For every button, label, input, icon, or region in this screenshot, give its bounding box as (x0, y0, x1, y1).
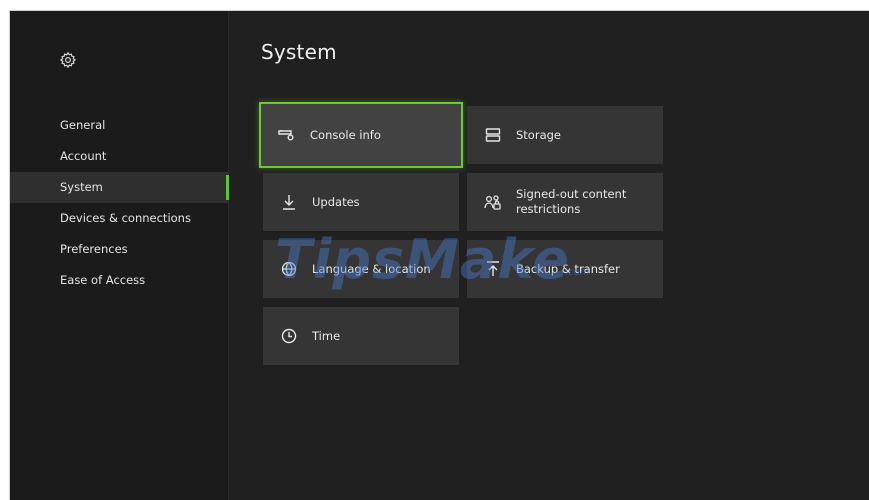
sidebar-item-label: System (60, 180, 103, 194)
clock-icon (280, 327, 298, 345)
sidebar-item-account[interactable]: Account (10, 141, 229, 172)
tile-backup-transfer[interactable]: Backup & transfer (467, 240, 663, 298)
tile-storage[interactable]: Storage (467, 106, 663, 164)
tile-console-info[interactable]: Console info (259, 102, 463, 168)
sidebar-item-label: Ease of Access (60, 273, 146, 287)
sidebar-item-ease-of-access[interactable]: Ease of Access (10, 265, 229, 296)
globe-icon (280, 260, 298, 278)
sidebar-item-system[interactable]: System (10, 172, 229, 203)
people-lock-icon (484, 193, 502, 211)
upload-icon (484, 260, 502, 278)
tile-updates[interactable]: Updates (263, 173, 459, 231)
tile-label: Signed-out content restrictions (516, 187, 627, 216)
tile-time[interactable]: Time (263, 307, 459, 365)
page-title: System (261, 40, 337, 64)
sidebar-item-general[interactable]: General (10, 110, 229, 141)
tile-language-location[interactable]: Language & location (263, 240, 459, 298)
sidebar-nav: General Account System Devices & connect… (10, 110, 229, 296)
tile-signed-out-content-restrictions[interactable]: Signed-out content restrictions (467, 173, 663, 231)
tile-label: Console info (310, 127, 381, 142)
sidebar-item-preferences[interactable]: Preferences (10, 234, 229, 265)
sidebar-item-label: Preferences (60, 242, 128, 256)
download-icon (280, 193, 298, 211)
gear-icon (59, 51, 77, 69)
sidebar-item-label: Devices & connections (60, 211, 191, 225)
tile-label: Language & location (312, 261, 431, 276)
sidebar-item-label: General (60, 118, 106, 132)
sidebar: General Account System Devices & connect… (10, 11, 229, 500)
tile-label: Updates (312, 194, 360, 209)
tile-label: Storage (516, 127, 561, 142)
console-settings-window: General Account System Devices & connect… (9, 10, 869, 500)
main-panel: System Console info Storage Updates Sign… (229, 11, 869, 500)
storage-icon (484, 126, 502, 144)
tile-label: Backup & transfer (516, 261, 620, 276)
sidebar-item-label: Account (60, 149, 107, 163)
sidebar-item-devices-connections[interactable]: Devices & connections (10, 203, 229, 234)
tile-label: Time (312, 328, 341, 343)
console-icon (278, 126, 296, 144)
